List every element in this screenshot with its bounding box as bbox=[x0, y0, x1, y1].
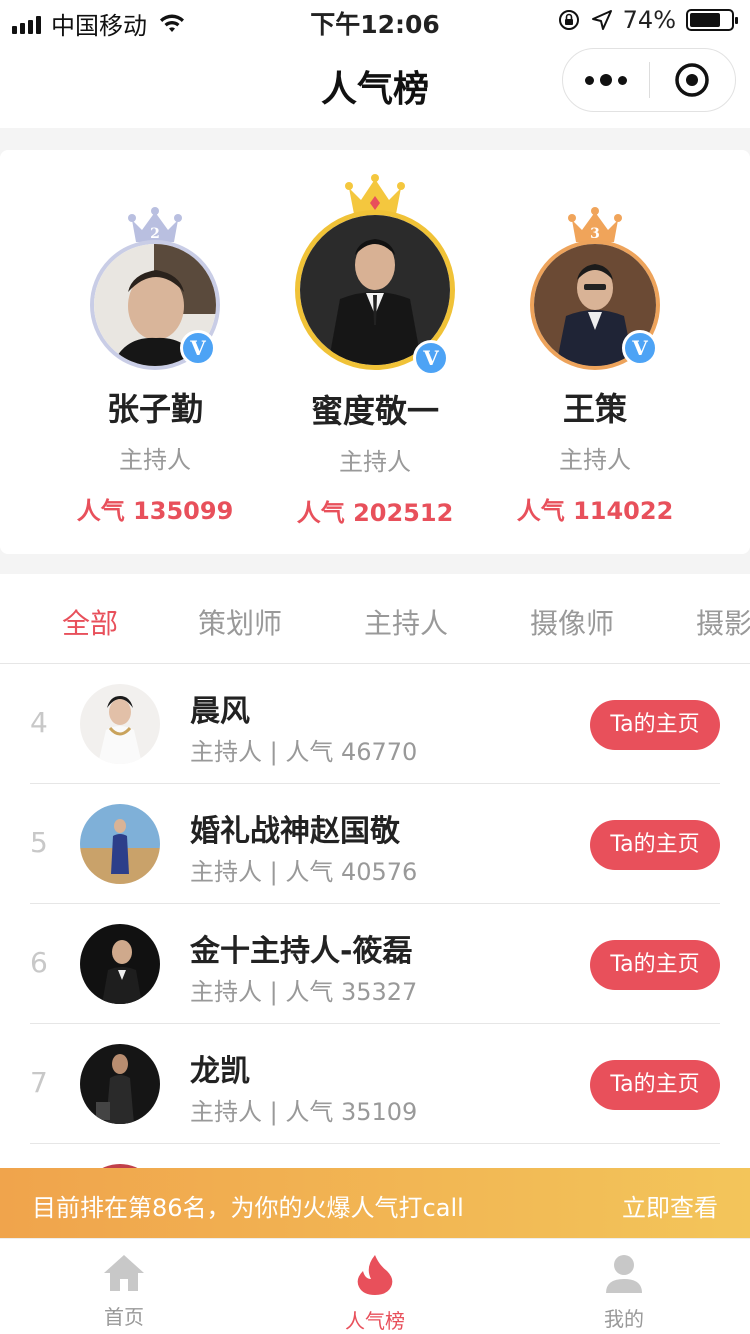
orientation-lock-icon bbox=[558, 10, 579, 30]
profile-button[interactable]: Ta的主页 bbox=[590, 820, 720, 870]
mini-program-capsule bbox=[562, 48, 736, 112]
home-icon bbox=[104, 1255, 144, 1291]
person-meta: 主持人 | 人气 40576 bbox=[190, 858, 418, 886]
person-name: 龙凯 bbox=[190, 1054, 250, 1089]
tab-photographer[interactable]: 摄影师 bbox=[696, 602, 750, 642]
profile-button[interactable]: Ta的主页 bbox=[590, 1060, 720, 1110]
avatar bbox=[80, 804, 160, 884]
bottom-tab-bar: 首页 人气榜 我的 bbox=[0, 1238, 750, 1334]
list-item[interactable]: 7 龙凯 主持人 | 人气 35109 Ta的主页 bbox=[30, 1024, 720, 1144]
podium-name: 王策 bbox=[562, 390, 627, 428]
tab-planner[interactable]: 策划师 bbox=[198, 602, 282, 642]
person-meta: 主持人 | 人气 35327 bbox=[190, 978, 418, 1006]
top-three-podium: 2 V 张子勤 主持人 人气 135099 V 蜜度敬一 主持人 人气 2025… bbox=[0, 150, 750, 554]
podium-name: 蜜度敬一 bbox=[310, 392, 439, 430]
view-now-link[interactable]: 立即查看 bbox=[622, 1188, 718, 1223]
verified-badge-icon: V bbox=[413, 340, 449, 376]
battery-icon bbox=[686, 9, 738, 31]
tab-all[interactable]: 全部 bbox=[62, 602, 118, 642]
close-target-icon[interactable] bbox=[650, 62, 736, 98]
profile-button[interactable]: Ta的主页 bbox=[590, 940, 720, 990]
person-meta: 主持人 | 人气 35109 bbox=[190, 1098, 418, 1126]
avatar bbox=[80, 684, 160, 764]
tabbar-label: 首页 bbox=[104, 1305, 144, 1329]
user-icon bbox=[606, 1255, 642, 1293]
avatar bbox=[80, 924, 160, 1004]
tabbar-home[interactable]: 首页 bbox=[64, 1253, 184, 1330]
location-arrow-icon bbox=[591, 10, 612, 30]
podium-role: 主持人 bbox=[119, 446, 191, 474]
battery-level bbox=[690, 13, 720, 27]
verified-badge-icon: V bbox=[180, 330, 216, 366]
avatar bbox=[80, 1044, 160, 1124]
person-name: 金十主持人-筱磊 bbox=[190, 934, 413, 969]
podium-avatar-wrap: 3 V bbox=[530, 206, 660, 370]
podium-name: 张子勤 bbox=[106, 390, 203, 428]
podium-avatar-wrap: V bbox=[295, 172, 455, 376]
more-icon[interactable] bbox=[563, 74, 649, 86]
tabbar-label: 人气榜 bbox=[345, 1309, 405, 1333]
battery-percent: 74% bbox=[622, 6, 676, 34]
podium-rank-1[interactable]: V 蜜度敬一 主持人 人气 202512 bbox=[290, 172, 460, 528]
tabbar-label: 我的 bbox=[604, 1307, 644, 1331]
rank-promo-bar[interactable]: 目前排在第86名，为你的火爆人气打call 立即查看 bbox=[0, 1168, 750, 1238]
podium-popularity: 人气 114022 bbox=[516, 497, 674, 525]
category-tabs: 全部 策划师 主持人 摄像师 摄影师 bbox=[0, 574, 750, 664]
tabbar-popularity[interactable]: 人气榜 bbox=[315, 1253, 435, 1334]
rank-number: 4 bbox=[30, 706, 48, 739]
rank-list: 4 晨风 主持人 | 人气 46770 Ta的主页 5 婚礼战神赵国敬 主持人 bbox=[0, 664, 750, 1168]
tabbar-mine[interactable]: 我的 bbox=[564, 1253, 684, 1332]
profile-button[interactable]: Ta的主页 bbox=[590, 700, 720, 750]
status-bar: 中国移动 下午12:06 74% bbox=[0, 0, 750, 40]
podium-avatar-wrap: 2 V bbox=[90, 206, 220, 370]
verified-badge-icon: V bbox=[622, 330, 658, 366]
promo-text: 目前排在第86名，为你的火爆人气打call bbox=[32, 1194, 464, 1222]
status-right: 74% bbox=[557, 6, 738, 34]
podium-rank-2[interactable]: 2 V 张子勤 主持人 人气 135099 bbox=[75, 206, 235, 526]
podium-role: 主持人 bbox=[559, 446, 631, 474]
podium-rank-3[interactable]: 3 V 王策 主持人 人气 114022 bbox=[515, 206, 675, 526]
podium-popularity: 人气 202512 bbox=[296, 499, 454, 527]
list-item[interactable]: 5 婚礼战神赵国敬 主持人 | 人气 40576 Ta的主页 bbox=[30, 784, 720, 904]
flame-icon bbox=[357, 1255, 393, 1295]
tab-videographer[interactable]: 摄像师 bbox=[530, 602, 614, 642]
podium-role: 主持人 bbox=[339, 448, 411, 476]
nav-bar: 人气榜 bbox=[0, 40, 750, 128]
list-item[interactable]: 4 晨风 主持人 | 人气 46770 Ta的主页 bbox=[30, 664, 720, 784]
person-name: 晨风 bbox=[190, 694, 250, 729]
list-item[interactable]: 6 金十主持人-筱磊 主持人 | 人气 35327 Ta的主页 bbox=[30, 904, 720, 1024]
rank-number: 7 bbox=[30, 1066, 48, 1099]
podium-popularity: 人气 135099 bbox=[76, 497, 234, 525]
person-name: 婚礼战神赵国敬 bbox=[190, 814, 400, 849]
list-item-partial[interactable] bbox=[30, 1144, 720, 1168]
rank-number: 5 bbox=[30, 826, 48, 859]
person-meta: 主持人 | 人气 46770 bbox=[190, 738, 418, 766]
tab-host[interactable]: 主持人 bbox=[364, 602, 448, 642]
rank-number: 6 bbox=[30, 946, 48, 979]
